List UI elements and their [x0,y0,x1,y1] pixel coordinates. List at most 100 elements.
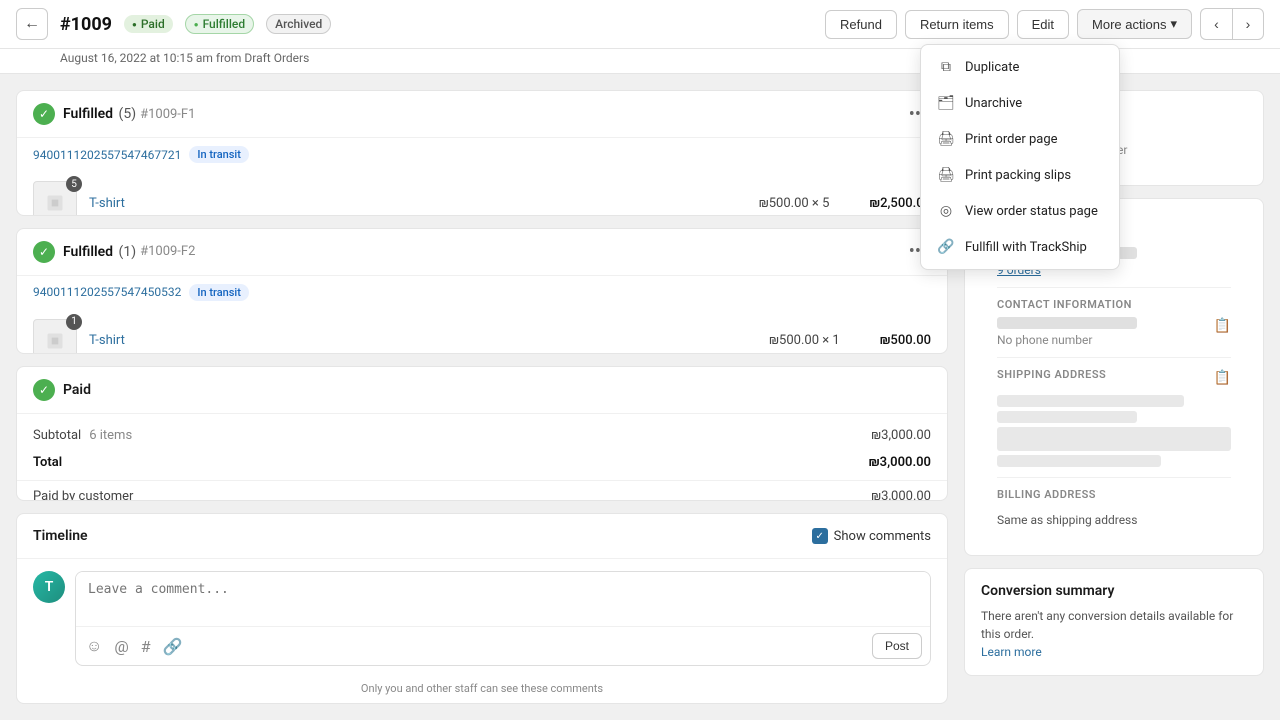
chevron-down-icon: ▾ [1170,16,1177,32]
shipping-address-label: SHIPPING ADDRESS [997,368,1106,381]
print-packing-icon: 🖨 [937,166,955,184]
shipping-line-3 [997,455,1161,467]
fulfilled-2-item-image: 1 [33,319,77,354]
paid-badge: Paid [124,15,173,33]
user-avatar: T [33,571,65,603]
conversion-title: Conversion summary [981,583,1247,599]
duplicate-icon: ⧉ [937,58,955,76]
fulfilled-card-1: ✓ Fulfilled (5) #1009-F1 ••• 94001112025… [16,90,948,216]
timeline-card: Timeline ✓ Show comments T ☺ @ # [16,513,948,704]
dropdown-trackship[interactable]: 🔗 Fullfill with TrackShip [921,229,1119,265]
paid-card: ✓ Paid Subtotal 6 items ₪3,000.00 Total … [16,366,948,501]
mention-icon[interactable]: @ [112,635,130,658]
emoji-icon[interactable]: ☺ [84,634,104,658]
shipping-line-2 [997,411,1137,423]
timeline-title: Timeline [33,528,88,544]
billing-same-as-text: Same as shipping address [997,513,1231,527]
fulfilled-1-item-row: 5 T-shirt ₪500.00 × 5 ₪2,500.00 [17,171,947,216]
return-items-button[interactable]: Return items [905,10,1009,39]
fulfilled-1-title: Fulfilled (5) [63,106,136,122]
fulfilled-1-item-name[interactable]: T-shirt [89,196,747,211]
paid-by-label: Paid by customer [33,489,133,501]
fulfilled-2-qty-badge: 1 [66,314,82,330]
paid-by-value: ₪3,000.00 [871,489,931,501]
hashtag-icon[interactable]: # [139,635,153,658]
dropdown-print-order[interactable]: 🖨 Print order page [921,121,1119,157]
timeline-header: Timeline ✓ Show comments [17,514,947,559]
contact-email-blur [997,317,1137,329]
comment-area: T ☺ @ # 🔗 Post [17,559,947,678]
print-order-icon: 🖨 [937,130,955,148]
fulfilled-2-check-icon: ✓ [33,241,55,263]
paid-title: Paid [63,382,91,398]
fulfilled-1-id: #1009-F1 [140,107,195,122]
paid-summary: Subtotal 6 items ₪3,000.00 Total ₪3,000.… [17,414,947,501]
fulfilled-1-item-image: 5 [33,181,77,216]
more-actions-dropdown: ⧉ Duplicate 🗂 Unarchive 🖨 Print order pa… [920,44,1120,270]
fulfilled-2-item-name[interactable]: T-shirt [89,333,757,348]
trackship-icon: 🔗 [937,238,955,256]
nav-arrows: ‹ › [1200,8,1264,40]
fulfilled-1-status-badge: In transit [189,146,249,163]
shipping-line-1 [997,395,1184,407]
show-comments-toggle[interactable]: ✓ Show comments [812,528,931,544]
only-you-note: Only you and other staff can see these c… [17,678,947,703]
fulfilled-2-id: #1009-F2 [140,244,195,259]
conversion-text: There aren't any conversion details avai… [981,607,1247,661]
learn-more-link[interactable]: Learn more [981,645,1042,659]
comment-input[interactable] [76,572,930,622]
dropdown-print-packing[interactable]: 🖨 Print packing slips [921,157,1119,193]
fulfilled-2-item-total: ₪500.00 [880,333,931,348]
subtotal-row: Subtotal 6 items ₪3,000.00 [17,422,947,449]
view-status-icon: ◎ [937,202,955,220]
fulfilled-2-status-badge: In transit [189,284,249,301]
show-comments-checkbox[interactable]: ✓ [812,528,828,544]
link-icon[interactable]: 🔗 [161,635,185,658]
fulfilled-1-item-price: ₪500.00 × 5 [759,196,830,211]
total-label: Total [33,455,62,470]
shipping-map-blur [997,427,1231,451]
order-id: #1009 [60,14,112,35]
contact-info-label: CONTACT INFORMATION [997,298,1231,311]
left-column: ✓ Fulfilled (5) #1009-F1 ••• 94001112025… [16,90,948,704]
header: ← #1009 Paid Fulfilled Archived Refund R… [0,0,1280,49]
nav-next-button[interactable]: › [1232,8,1264,40]
paid-by-row: Paid by customer ₪3,000.00 [17,480,947,501]
fulfilled-2-title: Fulfilled (1) [63,244,136,260]
fulfilled-1-header: ✓ Fulfilled (5) #1009-F1 ••• [17,91,947,138]
fulfilled-2-tracking-row: 9400111202557547450532 In transit [17,276,947,309]
fulfilled-1-check-icon: ✓ [33,103,55,125]
fulfilled-card-2: ✓ Fulfilled (1) #1009-F2 ••• 94001112025… [16,228,948,354]
header-actions: Refund Return items Edit More actions ▾ … [825,8,1264,40]
dropdown-unarchive[interactable]: 🗂 Unarchive [921,85,1119,121]
billing-section: BILLING ADDRESS Same as shipping address [997,477,1231,527]
paid-header: ✓ Paid [17,367,947,414]
subtotal-label: Subtotal [33,428,81,443]
more-actions-button[interactable]: More actions ▾ [1077,9,1192,39]
back-button[interactable]: ← [16,8,48,40]
refund-button[interactable]: Refund [825,10,897,39]
post-button[interactable]: Post [872,633,922,659]
nav-prev-button[interactable]: ‹ [1200,8,1232,40]
fulfilled-2-tracking-link[interactable]: 9400111202557547450532 [33,285,181,299]
fulfilled-1-qty-badge: 5 [66,176,82,192]
comment-box: ☺ @ # 🔗 Post [75,571,931,666]
subtotal-items: 6 items [89,428,132,443]
copy-contact-button[interactable]: 📋 [1214,317,1231,334]
unarchive-icon: 🗂 [937,94,955,112]
edit-button[interactable]: Edit [1017,10,1069,39]
fulfilled-2-item-row: 1 T-shirt ₪500.00 × 1 ₪500.00 [17,309,947,354]
fulfilled-badge: Fulfilled [185,14,254,34]
total-row: Total ₪3,000.00 [17,449,947,476]
fulfilled-2-header: ✓ Fulfilled (1) #1009-F2 ••• [17,229,947,276]
paid-check-icon: ✓ [33,379,55,401]
conversion-card: Conversion summary There aren't any conv… [964,568,1264,676]
total-value: ₪3,000.00 [869,455,931,470]
copy-shipping-button[interactable]: 📋 [1214,369,1231,386]
subtotal-value: ₪3,000.00 [871,428,931,443]
billing-address-label: BILLING ADDRESS [997,488,1096,501]
dropdown-view-status[interactable]: ◎ View order status page [921,193,1119,229]
dropdown-duplicate[interactable]: ⧉ Duplicate [921,49,1119,85]
comment-toolbar: ☺ @ # 🔗 Post [76,626,930,665]
fulfilled-1-tracking-link[interactable]: 9400111202557547467721 [33,148,181,162]
